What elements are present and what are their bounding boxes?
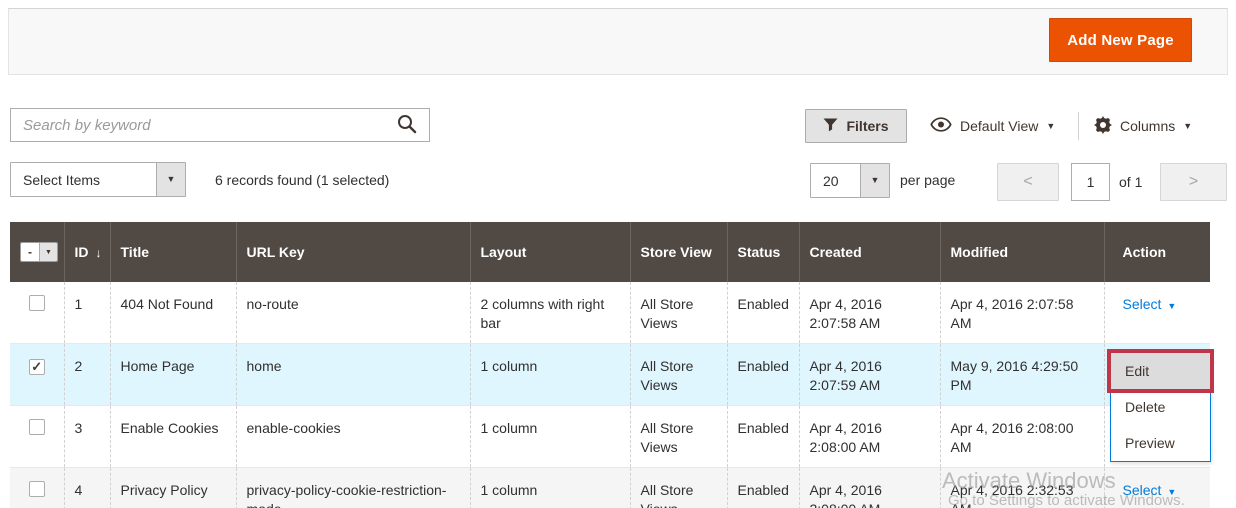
cell-id: 4 [64,468,110,508]
current-page-input[interactable] [1071,163,1110,201]
cell-url-key: enable-cookies [236,406,470,468]
column-header-action: Action [1104,222,1210,282]
row-checkbox[interactable] [29,419,45,435]
add-new-page-button[interactable]: Add New Page [1049,18,1192,62]
filter-funnel-icon [823,118,838,135]
cell-status: Enabled [727,282,799,344]
cell-id: 3 [64,406,110,468]
row-checkbox[interactable] [29,295,45,311]
cell-id: 1 [64,282,110,344]
column-header-url-key[interactable]: URL Key [236,222,470,282]
chevron-down-icon: ▼ [1183,122,1192,131]
cell-layout: 2 columns with right bar [470,282,630,344]
select-all-state: - [21,243,39,261]
per-page-label: per page [900,172,955,188]
cell-status: Enabled [727,406,799,468]
table-row: 1 404 Not Found no-route 2 columns with … [10,282,1210,344]
chevron-icon: ▼ [1167,301,1176,311]
per-page-value: 20 [811,164,860,197]
column-header-modified[interactable]: Modified [940,222,1104,282]
column-header-layout[interactable]: Layout [470,222,630,282]
cell-created: Apr 4, 2016 2:07:59 AM [799,344,940,406]
cell-modified: May 9, 2016 4:29:50 PM [940,344,1104,406]
column-header-status[interactable]: Status [727,222,799,282]
next-page-button[interactable]: > [1160,163,1227,201]
select-all-dropdown[interactable]: - ▼ [20,242,58,262]
toolbar-divider [1078,112,1079,140]
cell-status: Enabled [727,344,799,406]
records-summary: 6 records found (1 selected) [215,172,389,188]
cell-status: Enabled [727,468,799,508]
grid-header-row: - ▼ ID↓ Title URL Key Layout Store View … [10,222,1210,282]
activate-windows-hint: Go to Settings to activate Windows. [948,492,1185,508]
sort-descending-icon: ↓ [96,246,102,260]
column-header-title[interactable]: Title [110,222,236,282]
keyword-search-box [10,108,430,142]
cell-created: Apr 4, 2016 2:07:58 AM [799,282,940,344]
table-row: ✓ 2 Home Page home 1 column All Store Vi… [10,344,1210,406]
cell-layout: 1 column [470,406,630,468]
action-menu-item-delete[interactable]: Delete [1111,389,1210,425]
chevron-down-icon: ▼ [167,175,176,184]
cell-title: Home Page [110,344,236,406]
cell-url-key: no-route [236,282,470,344]
cell-url-key: home [236,344,470,406]
search-icon [396,113,418,138]
mass-action-caret-button[interactable]: ▼ [156,163,185,196]
view-selector-label: Default View [960,118,1038,134]
cell-url-key: privacy-policy-cookie-restriction-mode [236,468,470,508]
cell-store-view: All Store Views [630,468,727,508]
chevron-down-icon: ▼ [39,243,57,261]
row-action-select[interactable]: Select▼ [1123,296,1177,312]
filters-button[interactable]: Filters [805,109,907,143]
total-pages-label: of 1 [1119,174,1142,190]
column-header-store-view[interactable]: Store View [630,222,727,282]
column-header-created[interactable]: Created [799,222,940,282]
cell-id: 2 [64,344,110,406]
action-menu-item-edit[interactable]: Edit [1111,353,1210,389]
cell-created: Apr 4, 2016 2:08:00 AM [799,406,940,468]
cell-store-view: All Store Views [630,344,727,406]
cell-title: 404 Not Found [110,282,236,344]
chevron-down-icon: ▼ [871,176,880,185]
previous-page-button[interactable]: < [997,163,1059,201]
eye-icon [930,117,952,135]
cell-title: Privacy Policy [110,468,236,508]
table-row: 3 Enable Cookies enable-cookies 1 column… [10,406,1210,468]
search-submit-button[interactable] [385,109,429,141]
cell-store-view: All Store Views [630,282,727,344]
page-actions-band [8,8,1228,75]
chevron-right-icon: > [1189,173,1198,191]
columns-selector[interactable]: Columns ▼ [1094,109,1192,143]
cms-pages-grid: - ▼ ID↓ Title URL Key Layout Store View … [10,222,1210,508]
search-input[interactable] [11,117,385,134]
action-menu: EditDeletePreview [1110,352,1211,462]
gear-icon [1094,116,1112,137]
row-checkbox[interactable] [29,481,45,497]
mass-action-label: Select Items [11,163,156,196]
column-header-id[interactable]: ID↓ [64,222,110,282]
row-checkbox[interactable]: ✓ [29,359,45,375]
view-selector[interactable]: Default View ▼ [930,109,1055,143]
per-page-caret-button[interactable]: ▼ [860,164,889,197]
activate-windows-watermark: Activate Windows [942,468,1116,494]
cell-layout: 1 column [470,468,630,508]
mass-action-select[interactable]: Select Items ▼ [10,162,186,197]
columns-selector-label: Columns [1120,118,1175,134]
cell-created: Apr 4, 2016 2:08:00 AM [799,468,940,508]
filters-label: Filters [846,118,888,134]
action-menu-item-preview[interactable]: Preview [1111,425,1210,461]
cell-modified: Apr 4, 2016 2:07:58 AM [940,282,1104,344]
per-page-select[interactable]: 20 ▼ [810,163,890,198]
cell-layout: 1 column [470,344,630,406]
cms-pages-grid-page: Add New Page Filters Default View ▼ Colu… [0,0,1236,508]
chevron-down-icon: ▼ [1046,122,1055,131]
cell-store-view: All Store Views [630,406,727,468]
chevron-left-icon: < [1023,173,1032,191]
cell-title: Enable Cookies [110,406,236,468]
cell-modified: Apr 4, 2016 2:08:00 AM [940,406,1104,468]
